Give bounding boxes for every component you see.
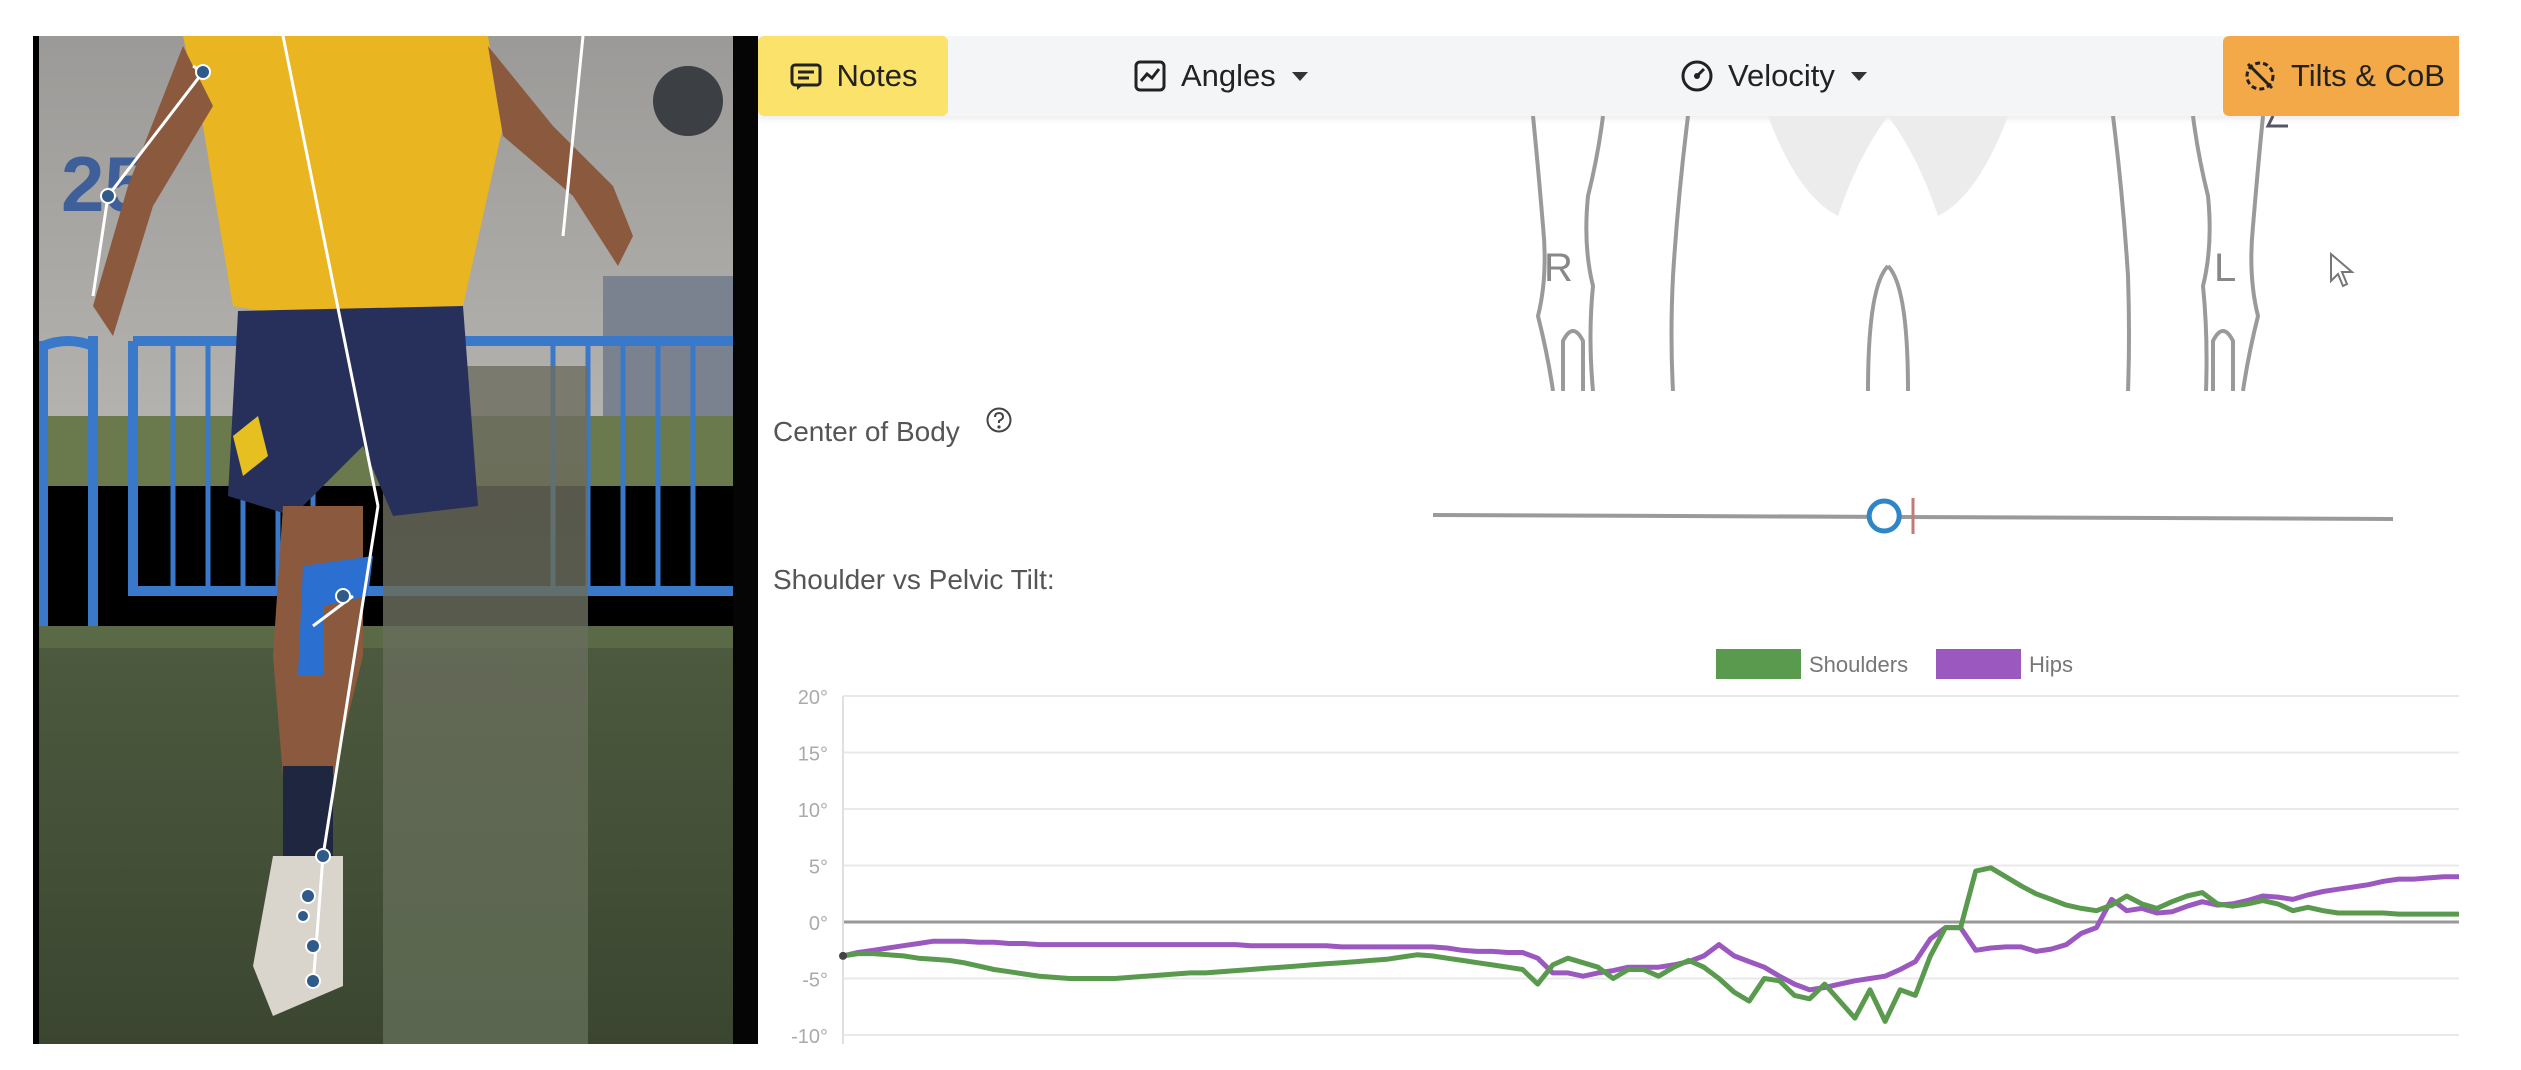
y-tick-label: 15° (798, 744, 828, 766)
tilts-cob-button[interactable]: Tilts & CoB (2223, 36, 2459, 116)
angles-dropdown[interactable]: Angles (1133, 36, 1308, 116)
video-frame[interactable]: 25 (33, 36, 733, 1044)
keypoints-icon (653, 66, 733, 1044)
y-tick-label: -5° (802, 970, 828, 992)
gauge-icon (1681, 60, 1713, 92)
y-tick-label: 20° (798, 687, 828, 709)
legend-label-shoulders: Shoulders (1809, 652, 1908, 677)
body-outline-image: R L (1531, 115, 2288, 392)
analysis-panel: Notes Angles Velocity Tilts & CoB R L Ce… (758, 36, 2459, 1044)
velocity-dropdown[interactable]: Velocity (1680, 36, 1867, 116)
mouse-cursor-icon (2330, 251, 2355, 288)
chart-title: Shoulder vs Pelvic Tilt: (773, 564, 1055, 595)
legend-label-hips: Hips (2029, 652, 2073, 677)
center-of-body-slider[interactable] (758, 476, 2459, 556)
tilts-label: Tilts & CoB (2291, 58, 2445, 93)
y-tick-label: 10° (798, 800, 828, 822)
y-tick-label: 5° (809, 857, 828, 879)
keypoints-toggle-button[interactable] (653, 66, 723, 136)
tilt-chart: 20° 15° 10° 5° 0° -5° -10° Shoulders Hips (758, 611, 2459, 1044)
toolbar: Notes Angles Velocity Tilts & CoB (758, 36, 2459, 116)
y-tick-label: 0° (809, 913, 828, 935)
tilt-chart-svg: 20° 15° 10° 5° 0° -5° -10° Shoulders Hips (791, 649, 2459, 1044)
chart-line-icon (1134, 60, 1166, 92)
right-side-label: R (1544, 246, 1573, 290)
notes-button[interactable]: Notes (758, 36, 948, 116)
chevron-down-icon (1850, 71, 1867, 81)
left-side-label: L (2214, 246, 2236, 290)
notes-label: Notes (836, 58, 918, 93)
question-circle-icon[interactable] (985, 406, 1013, 434)
legend-swatch-hips (1936, 649, 2021, 679)
athlete-video-image: 25 (33, 36, 733, 1044)
app-root: 25 Notes Angles Velocity Tilts & CoB R L… (0, 0, 2521, 1070)
body-diagram: R L (758, 115, 2459, 392)
chevron-down-icon (1291, 71, 1308, 81)
series-start-point (839, 951, 847, 960)
center-of-body-label: Center of Body (773, 416, 960, 447)
velocity-label: Velocity (1728, 58, 1835, 93)
angles-label: Angles (1181, 58, 1276, 93)
legend-swatch-shoulders (1716, 649, 1801, 679)
notes-icon (790, 63, 821, 90)
divider-strip (733, 36, 758, 1044)
y-tick-label: -10° (791, 1026, 828, 1044)
tilt-icon (2245, 61, 2275, 91)
slider-handle[interactable] (1866, 498, 1902, 534)
